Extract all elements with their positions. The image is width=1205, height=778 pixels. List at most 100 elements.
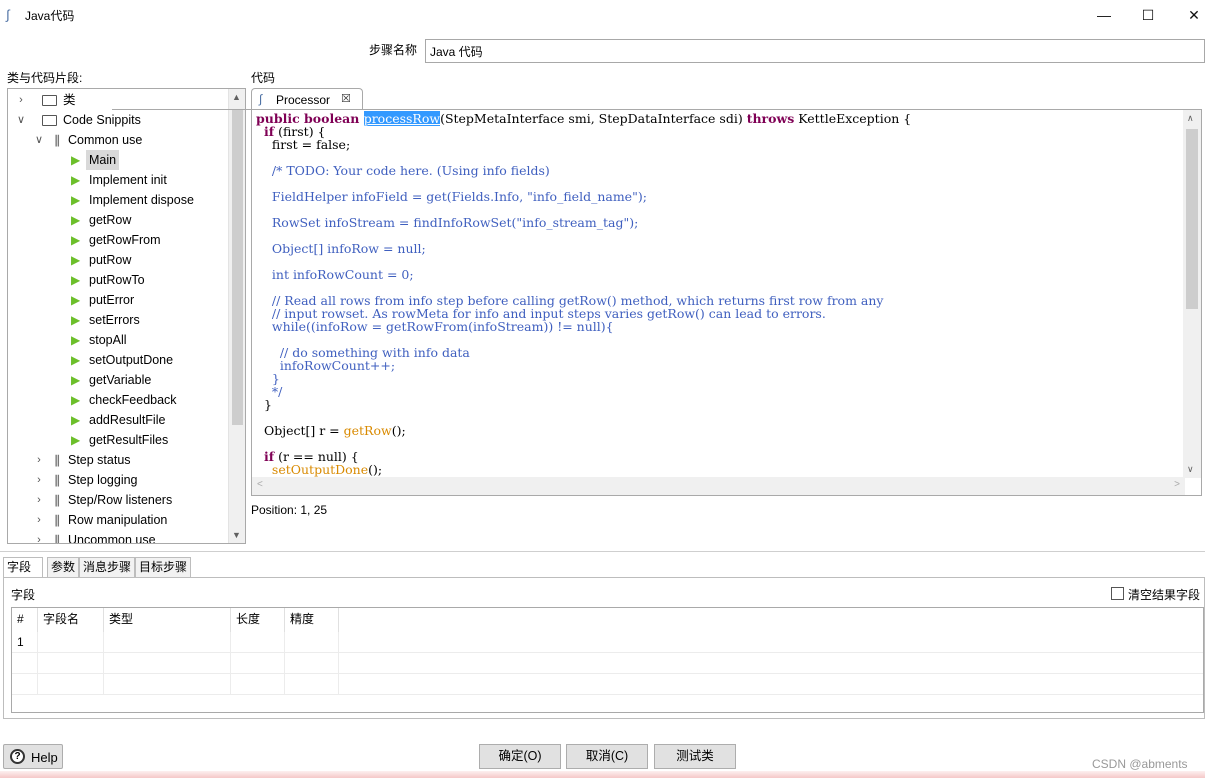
help-button[interactable]: ? Help (3, 744, 63, 769)
table-row-empty (12, 653, 1203, 674)
code-editor[interactable]: public boolean processRow(StepMetaInterf… (251, 110, 1202, 496)
play-icon: ▶ (71, 373, 81, 387)
chevron-right-icon[interactable]: › (33, 470, 45, 490)
table-cell[interactable] (38, 632, 104, 653)
chevron-right-icon[interactable]: › (33, 450, 45, 470)
tab-processor[interactable]: ∫ Processor ☒ (251, 88, 363, 110)
play-icon: ▶ (71, 333, 81, 347)
tab-info-steps[interactable]: 消息步骤 (79, 557, 135, 577)
paperclip-icon: ∥ (54, 533, 60, 544)
tab-processor-label: Processor (276, 93, 331, 107)
tree-item-label: Row manipulation (68, 513, 168, 527)
chevron-right-icon[interactable]: › (33, 530, 45, 543)
tree-scroll-thumb[interactable] (232, 109, 243, 425)
chevron-down-icon[interactable]: ∨ (33, 130, 45, 150)
table-cell[interactable] (285, 632, 339, 653)
tree-item[interactable]: ▶ putRowTo (8, 270, 228, 290)
paperclip-icon: ∥ (54, 473, 60, 487)
fields-table[interactable]: # 字段名 类型 长度 精度 1 (11, 607, 1204, 713)
column-header[interactable]: 长度 (231, 608, 285, 632)
java-script-icon: ∫ (6, 7, 10, 22)
tree-item[interactable]: ▶ getRow (8, 210, 228, 230)
tree-item-label: Code Snippits (63, 113, 141, 127)
tree-item[interactable]: ▶ getVariable (8, 370, 228, 390)
tree-item-label: Common use (68, 133, 143, 147)
table-cell[interactable] (231, 632, 285, 653)
scroll-left-icon[interactable]: < (257, 479, 263, 490)
paperclip-icon: ∥ (54, 513, 60, 527)
code-horizontal-scrollbar[interactable]: < > (252, 477, 1185, 495)
tree-item-label: putRow (89, 253, 132, 267)
tree-item[interactable]: › ∥ Step logging (8, 470, 228, 490)
table-row-empty (12, 674, 1203, 695)
tab-fields[interactable]: 字段 (3, 557, 43, 577)
tree-item-label: getResultFiles (89, 433, 169, 447)
tree-item[interactable]: ▶ Main (8, 150, 228, 170)
tree-item[interactable]: › 类 (8, 90, 228, 110)
maximize-button[interactable]: ☐ (1125, 0, 1171, 30)
tree-item[interactable]: ∨ ∥ Common use (8, 130, 228, 150)
chevron-right-icon[interactable]: › (15, 90, 27, 110)
scroll-up-icon[interactable]: ▲ (232, 92, 241, 102)
tree-item[interactable]: ▶ checkFeedback (8, 390, 228, 410)
test-class-button[interactable]: 测试类 (654, 744, 736, 769)
tree-item[interactable]: ▶ setErrors (8, 310, 228, 330)
code-scroll-thumb[interactable] (1186, 129, 1198, 309)
table-row[interactable]: 1 (12, 632, 1203, 653)
watermark: CSDN @abments (1092, 757, 1188, 771)
tree-item[interactable]: ∨ Code Snippits (8, 110, 228, 130)
table-cell (38, 674, 104, 695)
tree-item[interactable]: ▶ putError (8, 290, 228, 310)
paperclip-icon: ∥ (54, 493, 60, 507)
play-icon: ▶ (71, 433, 81, 447)
cancel-button[interactable]: 取消(C) (566, 744, 648, 769)
chevron-down-icon[interactable]: ∨ (15, 110, 27, 130)
tree-item[interactable]: ▶ Implement dispose (8, 190, 228, 210)
column-header[interactable]: 字段名 (38, 608, 104, 632)
tree-item[interactable]: ▶ stopAll (8, 330, 228, 350)
play-icon: ▶ (71, 273, 81, 287)
tree-item[interactable]: › ∥ Step/Row listeners (8, 490, 228, 510)
scroll-down-icon[interactable]: ▼ (232, 530, 241, 540)
tree-item[interactable]: ▶ setOutputDone (8, 350, 228, 370)
tree-item[interactable]: ▶ getResultFiles (8, 430, 228, 450)
close-tab-icon[interactable]: ☒ (341, 92, 351, 105)
scroll-down-icon[interactable]: ∨ (1187, 464, 1194, 475)
play-icon: ▶ (71, 233, 81, 247)
tree-scrollbar[interactable]: ▲ ▼ (228, 89, 245, 543)
snippet-tree[interactable]: › 类 ∨ Code Snippits ∨ ∥ Common use ▶ Main ▶ Implem… (7, 88, 246, 544)
tree-item[interactable]: ▶ addResultFile (8, 410, 228, 430)
tree-item-label: 类 (63, 93, 76, 107)
play-icon: ▶ (71, 153, 81, 167)
clear-result-fields-checkbox[interactable] (1111, 587, 1124, 600)
tab-parameters[interactable]: 参数 (47, 557, 79, 577)
tree-item[interactable]: ▶ putRow (8, 250, 228, 270)
tab-target-steps[interactable]: 目标步骤 (135, 557, 191, 577)
folder-icon (42, 115, 57, 126)
tree-item[interactable]: › ∥ Step status (8, 450, 228, 470)
tree-item[interactable]: ▶ Implement init (8, 170, 228, 190)
clear-result-fields-label[interactable]: 清空结果字段 (1128, 586, 1200, 603)
tree-item[interactable]: ▶ getRowFrom (8, 230, 228, 250)
code-vertical-scrollbar[interactable]: ∧ ∨ (1183, 110, 1201, 478)
close-button[interactable]: ✕ (1171, 0, 1205, 30)
table-cell[interactable] (104, 632, 231, 653)
tree-item[interactable]: › ∥ Row manipulation (8, 510, 228, 530)
chevron-right-icon[interactable]: › (33, 490, 45, 510)
scroll-right-icon[interactable]: > (1174, 479, 1180, 490)
column-header[interactable]: # (12, 608, 38, 632)
tree-item-label: Step/Row listeners (68, 493, 173, 507)
ok-button[interactable]: 确定(O) (479, 744, 561, 769)
table-cell (12, 674, 38, 695)
minimize-button[interactable]: — (1081, 0, 1127, 30)
tree-item[interactable]: › ∥ Uncommon use (8, 530, 228, 544)
chevron-right-icon[interactable]: › (33, 510, 45, 530)
scroll-up-icon[interactable]: ∧ (1187, 113, 1194, 124)
code-tab-row: ∫ Processor ☒ (251, 88, 1202, 110)
step-name-input[interactable]: Java 代码 (425, 39, 1205, 63)
code-text[interactable]: public boolean processRow(StepMetaInterf… (256, 111, 911, 476)
column-header[interactable]: 精度 (285, 608, 339, 632)
column-header[interactable]: 类型 (104, 608, 231, 632)
table-cell (231, 653, 285, 674)
table-cell[interactable]: 1 (12, 632, 38, 653)
